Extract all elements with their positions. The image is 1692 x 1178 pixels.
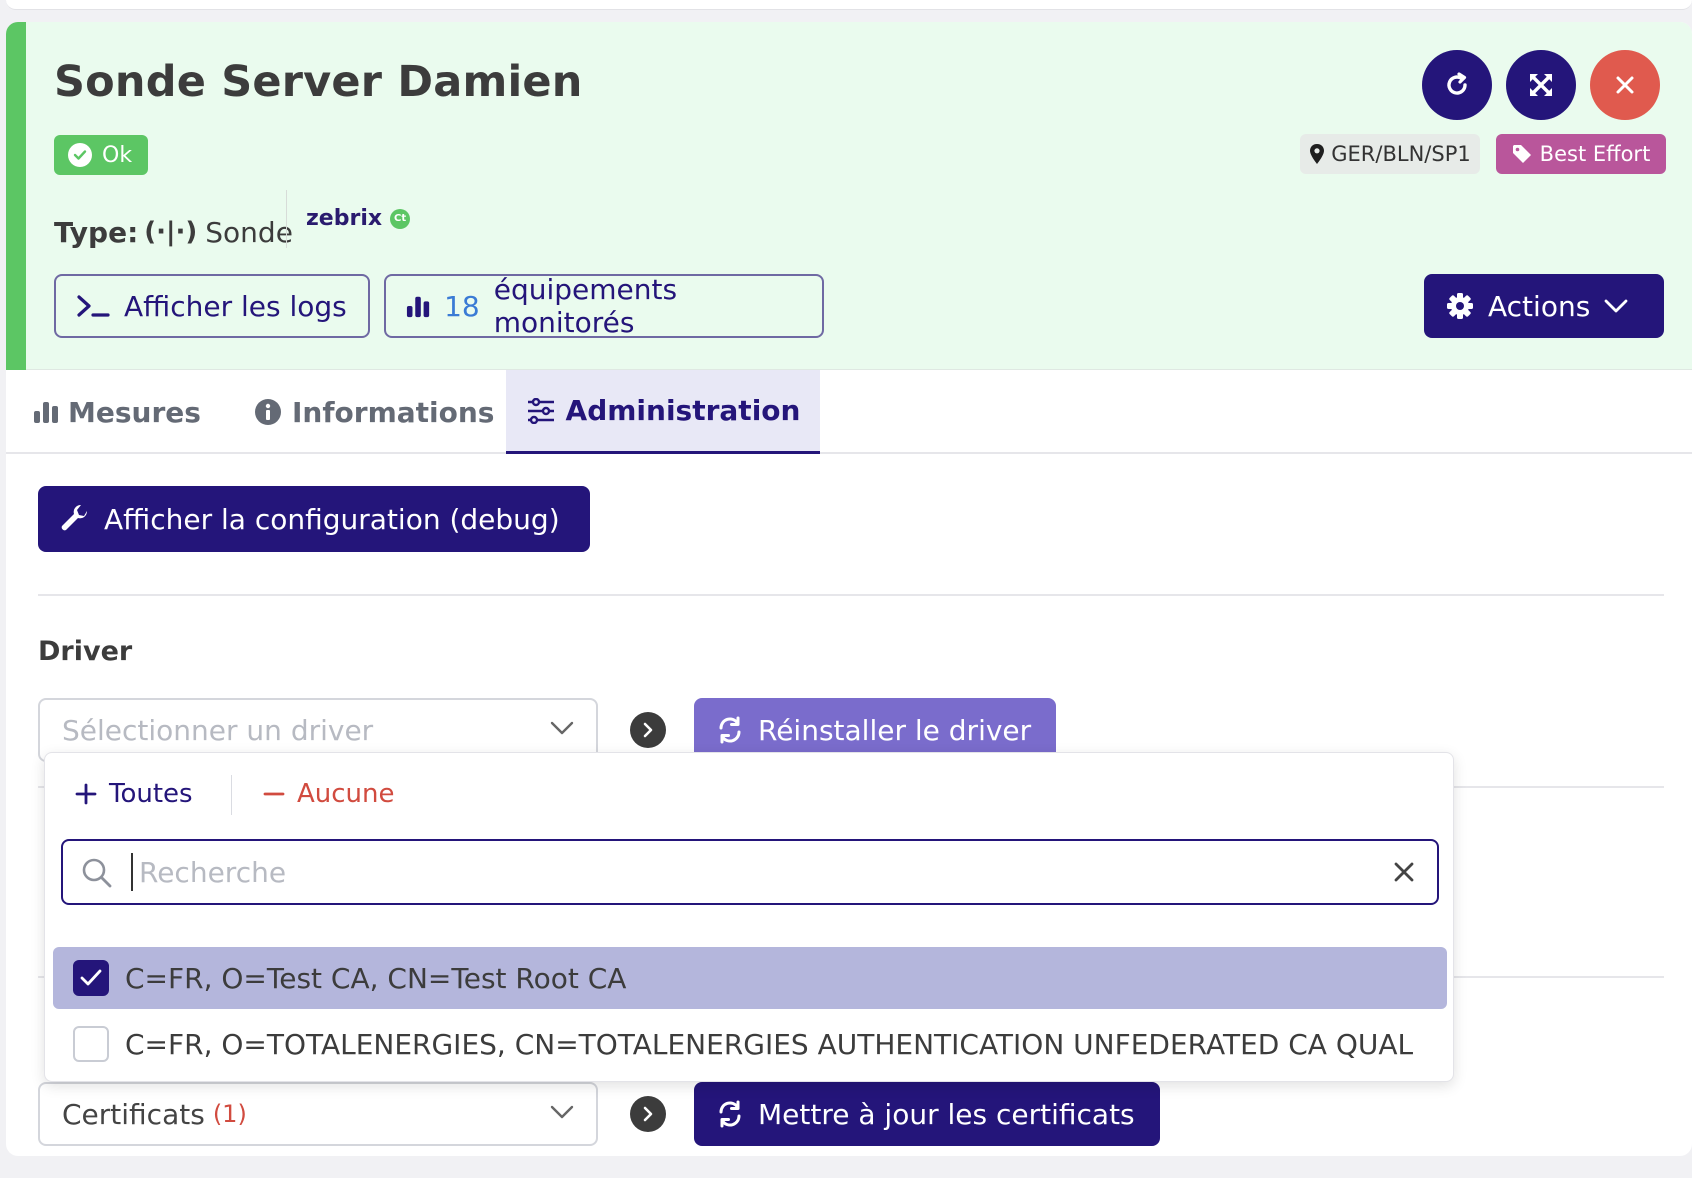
sliders-icon xyxy=(527,397,554,424)
update-certificates-label: Mettre à jour les certificats xyxy=(758,1097,1135,1131)
gear-icon xyxy=(1447,293,1473,319)
status-badge: Ok xyxy=(54,135,148,175)
driver-next-icon[interactable] xyxy=(630,712,666,748)
show-logs-button[interactable]: Afficher les logs xyxy=(54,274,370,338)
option-label: C=FR, O=TOTALENERGIES, CN=TOTALENERGIES … xyxy=(125,1027,1414,1061)
bar-chart-icon xyxy=(34,402,58,423)
map-pin-icon xyxy=(1310,144,1325,164)
sync-icon xyxy=(719,1100,741,1128)
sync-icon xyxy=(719,716,741,744)
update-certificates-button[interactable]: Mettre à jour les certificats xyxy=(694,1082,1160,1146)
page-title: Sonde Server Damien xyxy=(54,57,583,107)
show-debug-config-button[interactable]: Afficher la configuration (debug) xyxy=(38,486,590,552)
certificates-select[interactable]: Certificats (1) xyxy=(38,1082,598,1146)
tab-administration-label: Administration xyxy=(565,394,801,427)
type-value: Sonde xyxy=(205,215,293,249)
minus-icon xyxy=(263,792,285,796)
chevron-down-icon xyxy=(550,1105,574,1119)
service-tag-badge: Best Effort xyxy=(1496,134,1666,174)
reinstall-driver-label: Réinstaller le driver xyxy=(758,713,1032,747)
monitored-devices-button[interactable]: 18 équipements monitorés xyxy=(384,273,824,339)
tab-mesures-label: Mesures xyxy=(68,395,201,429)
driver-section-label: Driver xyxy=(38,636,133,667)
select-all-label: Toutes xyxy=(109,779,193,809)
devices-label: équipements monitorés xyxy=(493,273,678,339)
tab-mesures[interactable]: Mesures xyxy=(34,370,201,454)
actions-label: Actions xyxy=(1488,289,1591,323)
location-text: GER/BLN/SP1 xyxy=(1331,142,1471,166)
actions-dropdown-button[interactable]: Actions xyxy=(1424,274,1664,338)
dropdown-option[interactable]: C=FR, O=Test CA, CN=Test Root CA xyxy=(53,947,1447,1009)
tag-icon xyxy=(1512,145,1531,163)
tab-bar: Mesures Informations Administration xyxy=(6,370,1692,454)
brand-badge: Ct xyxy=(390,208,411,229)
section-divider xyxy=(38,594,1664,596)
select-none-button[interactable]: Aucune xyxy=(263,779,395,809)
check-icon xyxy=(80,969,102,986)
dropdown-search-input[interactable] xyxy=(131,853,1331,891)
type-label: Type: xyxy=(54,215,139,249)
plus-icon xyxy=(75,783,97,805)
location-badge: GER/BLN/SP1 xyxy=(1300,134,1480,174)
close-icon xyxy=(1616,76,1634,94)
probe-header: Sonde Server Damien Ok Type: (·|·) Sonde… xyxy=(6,22,1692,370)
expand-button[interactable] xyxy=(1506,50,1576,120)
certificates-selected-count: (1) xyxy=(212,1100,247,1128)
bar-chart-icon xyxy=(406,296,430,318)
check-circle-icon xyxy=(68,143,92,167)
tab-informations-label: Informations xyxy=(292,395,495,429)
close-button[interactable] xyxy=(1590,50,1660,120)
select-none-label: Aucune xyxy=(297,779,395,809)
refresh-icon xyxy=(1447,72,1467,95)
chevron-right-icon xyxy=(643,722,653,738)
probe-card: Sonde Server Damien Ok Type: (·|·) Sonde… xyxy=(6,22,1692,1156)
devices-count: 18 xyxy=(444,289,480,323)
type-row: Type: (·|·) Sonde xyxy=(54,202,293,262)
search-icon xyxy=(82,858,112,888)
certificates-select-label: Certificats xyxy=(62,1097,205,1131)
brand-name: zebrix xyxy=(306,206,383,231)
brand-logo: zebrix Ct xyxy=(306,206,411,231)
refresh-button[interactable] xyxy=(1422,50,1492,120)
tab-informations[interactable]: Informations xyxy=(254,370,494,454)
chevron-down-icon xyxy=(550,721,574,735)
chevron-down-icon xyxy=(1604,299,1628,313)
select-all-button[interactable]: Toutes xyxy=(75,779,193,809)
tab-administration[interactable]: Administration xyxy=(506,370,820,454)
terminal-icon xyxy=(77,295,110,317)
certificates-dropdown-menu: Toutes Aucune C=FR, O=T xyxy=(44,752,1454,1082)
expand-icon xyxy=(1530,74,1552,96)
status-color-bar xyxy=(6,22,26,370)
certificates-next-icon[interactable] xyxy=(630,1096,666,1132)
debug-config-label: Afficher la configuration (debug) xyxy=(104,502,560,536)
chevron-right-icon xyxy=(643,1106,653,1122)
tag-text: Best Effort xyxy=(1539,142,1651,166)
antenna-icon: (·|·) xyxy=(144,217,198,247)
info-icon xyxy=(255,399,281,425)
driver-select-placeholder: Sélectionner un driver xyxy=(62,713,374,747)
option-checkbox[interactable] xyxy=(73,960,109,996)
dropdown-separator xyxy=(231,775,232,815)
dropdown-option[interactable]: C=FR, O=TOTALENERGIES, CN=TOTALENERGIES … xyxy=(53,1013,1447,1075)
option-checkbox[interactable] xyxy=(73,1026,109,1062)
wrench-icon xyxy=(61,504,88,531)
type-divider xyxy=(286,190,287,248)
dropdown-search-box xyxy=(61,839,1439,905)
top-card-edge xyxy=(6,0,1692,10)
show-logs-label: Afficher les logs xyxy=(124,289,347,323)
status-text: Ok xyxy=(102,142,133,168)
clear-search-icon[interactable] xyxy=(1393,861,1415,883)
option-label: C=FR, O=Test CA, CN=Test Root CA xyxy=(125,961,627,995)
